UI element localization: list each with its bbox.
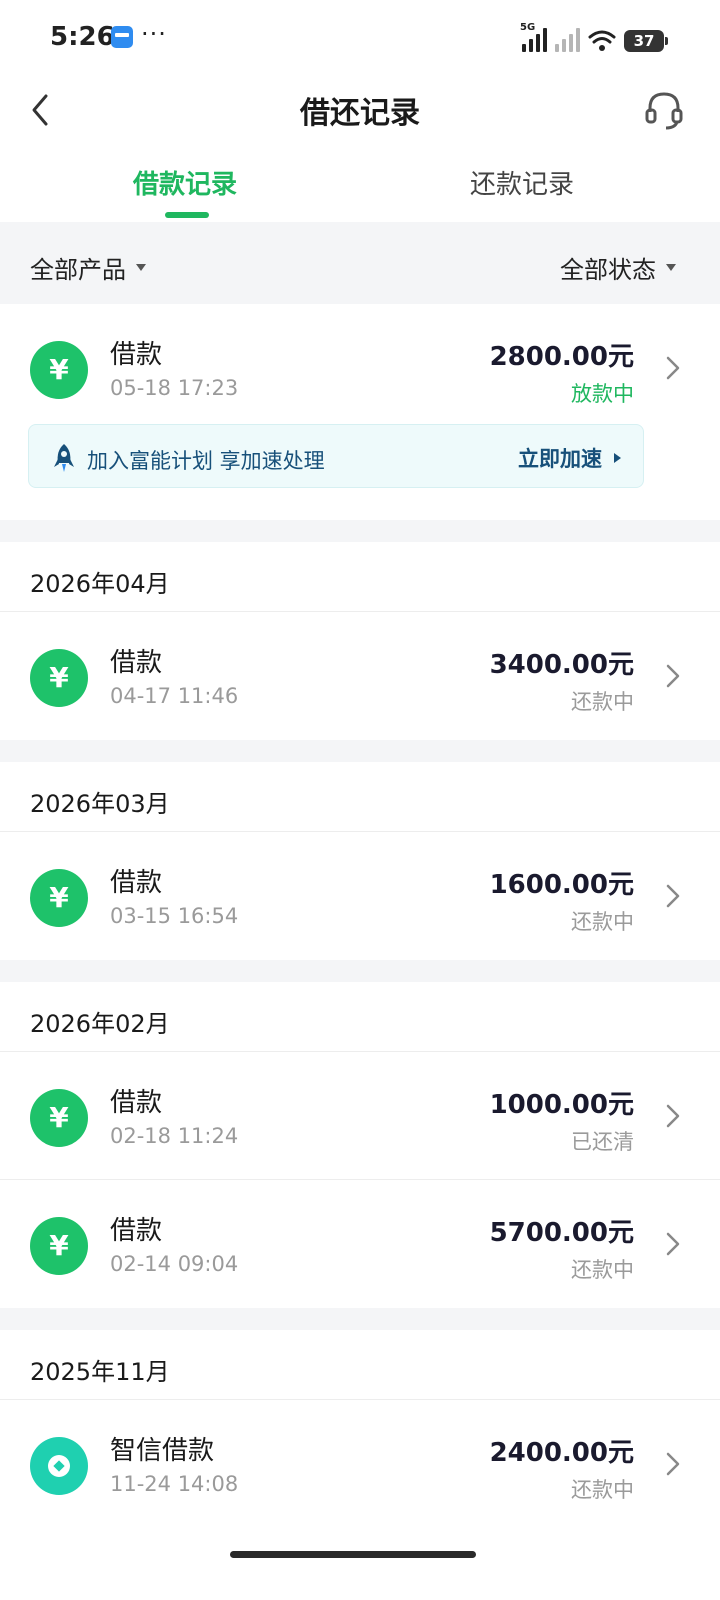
record-amount: 5700.00元	[489, 1218, 634, 1248]
record-name: 借款	[110, 868, 163, 898]
loan-record[interactable]: ¥ 借款 03-15 16:54 1600.00元 还款中	[0, 832, 720, 960]
month-label: 2026年03月	[30, 790, 170, 818]
battery-icon: 37	[624, 30, 668, 52]
status-icons: 5G 37	[520, 22, 668, 52]
record-status: 还款中	[571, 1258, 634, 1282]
loan-record[interactable]: ¥ 借款 02-18 11:24 1000.00元 已还清	[0, 1052, 720, 1180]
status-bar: 5:26 ··· 5G 37	[0, 0, 720, 76]
record-date: 02-18 11:24	[110, 1124, 239, 1148]
promo-text: 加入富能计划 享加速处理	[87, 449, 325, 473]
record-name: 借款	[110, 648, 163, 678]
status-filter-dropdown[interactable]: 全部状态	[560, 250, 676, 285]
status-time: 5:26	[50, 22, 115, 52]
caret-down-icon	[666, 264, 676, 271]
record-amount: 1600.00元	[489, 870, 634, 900]
record-status: 放款中	[571, 382, 634, 406]
product-filter-dropdown[interactable]: 全部产品	[30, 250, 146, 285]
record-amount: 3400.00元	[489, 650, 634, 680]
loan-record[interactable]: ¥ 借款 04-17 11:46 3400.00元 还款中	[0, 612, 720, 740]
record-amount: 2400.00元	[489, 1438, 634, 1468]
signal-no-service-icon	[555, 28, 580, 52]
record-name: 智信借款	[110, 1436, 215, 1466]
record-date: 11-24 14:08	[110, 1472, 239, 1496]
section-gap	[0, 1308, 720, 1330]
record-amount: 2800.00元	[489, 342, 634, 372]
speedup-promo-banner[interactable]: 加入富能计划 享加速处理 立即加速	[28, 424, 644, 488]
record-name: 借款	[110, 1216, 163, 1246]
loan-record[interactable]: ¥ 借款 02-14 09:04 5700.00元 还款中	[0, 1180, 720, 1308]
record-date: 04-17 11:46	[110, 684, 239, 708]
record-date: 03-15 16:54	[110, 904, 239, 928]
play-arrow-icon	[614, 453, 621, 463]
tab-borrow-records[interactable]: 借款记录	[85, 164, 285, 201]
loan-record[interactable]: 智信借款 11-24 14:08 2400.00元 还款中	[0, 1400, 720, 1528]
chevron-right-icon	[666, 1452, 680, 1476]
record-date: 05-18 17:23	[110, 376, 239, 400]
yuan-icon: ¥	[30, 341, 88, 399]
speedup-button[interactable]: 立即加速	[518, 443, 621, 473]
caret-down-icon	[136, 264, 146, 271]
record-status: 已还清	[571, 1130, 634, 1154]
month-label: 2025年11月	[30, 1358, 170, 1386]
speedup-button-label: 立即加速	[518, 447, 602, 471]
record-status: 还款中	[571, 910, 634, 934]
filter-bar: 全部产品 全部状态	[0, 222, 720, 312]
yuan-icon: ¥	[30, 649, 88, 707]
section-gap	[0, 520, 720, 542]
month-label: 2026年02月	[30, 1010, 170, 1038]
rocket-icon	[54, 444, 74, 472]
month-header: 2025年11月	[0, 1330, 720, 1400]
customer-service-icon[interactable]	[642, 88, 686, 132]
zhixin-loan-icon	[30, 1437, 88, 1495]
yuan-icon: ¥	[30, 869, 88, 927]
product-filter-label: 全部产品	[30, 256, 126, 284]
signal-5g-icon: 5G	[520, 22, 547, 52]
record-tabs: 借款记录 还款记录	[0, 146, 720, 222]
record-name: 借款	[110, 340, 163, 370]
page-title: 借还记录	[300, 96, 420, 131]
chevron-right-icon	[666, 356, 680, 380]
network-type-label: 5G	[520, 22, 536, 33]
record-amount: 1000.00元	[489, 1090, 634, 1120]
chevron-right-icon	[666, 1104, 680, 1128]
month-header: 2026年03月	[0, 762, 720, 832]
yuan-icon: ¥	[30, 1089, 88, 1147]
record-status: 还款中	[571, 690, 634, 714]
wifi-icon	[588, 30, 616, 51]
active-tab-indicator	[165, 212, 209, 218]
record-date: 02-14 09:04	[110, 1252, 239, 1276]
nav-header: 借还记录	[0, 76, 720, 146]
chevron-right-icon	[666, 664, 680, 688]
section-gap	[0, 740, 720, 762]
record-status: 还款中	[571, 1478, 634, 1502]
month-header: 2026年02月	[0, 982, 720, 1052]
section-gap	[0, 960, 720, 982]
loan-record-pending[interactable]: ¥ 借款 05-18 17:23 2800.00元 放款中	[0, 304, 720, 432]
chevron-right-icon	[666, 884, 680, 908]
home-indicator[interactable]	[230, 1551, 476, 1558]
record-name: 借款	[110, 1088, 163, 1118]
status-filter-label: 全部状态	[560, 256, 656, 284]
yuan-icon: ¥	[30, 1217, 88, 1275]
chevron-right-icon	[666, 1232, 680, 1256]
tab-repay-records[interactable]: 还款记录	[422, 164, 622, 201]
more-notifications-icon: ···	[141, 20, 167, 48]
month-header: 2026年04月	[0, 542, 720, 612]
wallet-app-icon	[111, 26, 133, 48]
month-label: 2026年04月	[30, 570, 170, 598]
